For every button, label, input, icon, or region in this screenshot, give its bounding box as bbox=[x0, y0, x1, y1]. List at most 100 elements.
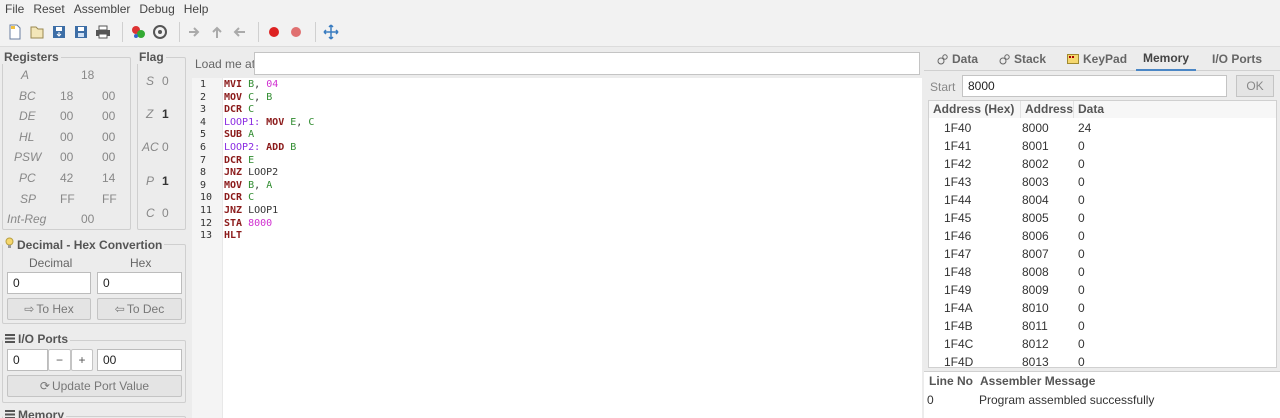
menu-debug[interactable]: Debug bbox=[139, 2, 174, 16]
flag-row-z: Z 1 bbox=[137, 107, 183, 127]
hex-input[interactable]: 0 bbox=[97, 272, 182, 294]
line-number: 13 bbox=[200, 230, 213, 242]
menu-reset[interactable]: Reset bbox=[33, 2, 64, 16]
to-hex-label: To Hex bbox=[36, 302, 74, 316]
start-address-input[interactable]: 8000 bbox=[962, 75, 1227, 97]
register-row-sp: SP FF FF bbox=[0, 192, 130, 212]
table-row[interactable]: 1F44 8004 0 bbox=[929, 191, 1276, 209]
code-line: STA 8000 bbox=[224, 217, 273, 229]
menu-file[interactable]: File bbox=[5, 2, 24, 16]
table-row[interactable]: 1F41 8001 0 bbox=[929, 137, 1276, 155]
menu-help[interactable]: Help bbox=[184, 2, 209, 16]
registers-title: Registers bbox=[2, 50, 61, 64]
print-icon[interactable] bbox=[94, 23, 112, 41]
tab-stack[interactable]: Stack bbox=[999, 47, 1046, 71]
tab-memory[interactable]: Memory bbox=[1136, 47, 1196, 71]
register-name: BC bbox=[19, 89, 36, 103]
port-decrement-button[interactable]: − bbox=[48, 349, 71, 371]
conversion-title-wrap: Decimal - Hex Convertion bbox=[3, 237, 165, 252]
register-row-a: A 18 bbox=[0, 68, 130, 88]
tab-io-ports-label: I/O Ports bbox=[1212, 52, 1263, 66]
register-row-psw: PSW 00 00 bbox=[0, 150, 130, 170]
flag-row-c: C 0 bbox=[137, 206, 183, 226]
tab-data-label: Data bbox=[952, 52, 979, 66]
step-up-icon[interactable] bbox=[208, 23, 226, 41]
table-row[interactable]: 1F46 8006 0 bbox=[929, 227, 1276, 245]
table-row[interactable]: 1F45 8005 0 bbox=[929, 209, 1276, 227]
list-icon bbox=[5, 408, 15, 418]
breakpoint-disabled-icon[interactable] bbox=[287, 23, 305, 41]
register-value: 00 bbox=[60, 109, 74, 123]
load-address-label: Load me at bbox=[195, 57, 256, 71]
table-row[interactable]: 1F4B 8011 0 bbox=[929, 317, 1276, 335]
left-panel: Registers A 18 BC 18 00 DE 00 00 HL 00 0… bbox=[0, 47, 190, 418]
column-header-address[interactable]: Address bbox=[1021, 101, 1074, 118]
save-icon[interactable] bbox=[50, 23, 68, 41]
arrow-right-icon: ⇨ bbox=[24, 302, 35, 316]
to-hex-button[interactable]: ⇨ To Hex bbox=[7, 298, 91, 320]
line-number: 6 bbox=[200, 142, 207, 153]
save-as-icon[interactable] bbox=[72, 23, 90, 41]
table-row[interactable]: 1F4C 8012 0 bbox=[929, 335, 1276, 353]
code-editor[interactable]: 1 2 3 4 5 6 7 8 9 10 11 12 13 MVI B, 04 … bbox=[192, 78, 922, 418]
port-value-input[interactable]: 00 bbox=[97, 349, 182, 371]
toolbar-separator bbox=[258, 21, 259, 42]
table-row[interactable]: 1F42 8002 0 bbox=[929, 155, 1276, 173]
step-back-icon[interactable] bbox=[230, 23, 248, 41]
code-line: MVI B, 04 bbox=[224, 79, 279, 90]
code-line: MOV B, A bbox=[224, 179, 273, 191]
tab-keypad[interactable]: KeyPad bbox=[1067, 47, 1127, 71]
port-number-input[interactable]: 0 bbox=[7, 349, 48, 371]
tab-io-ports[interactable]: I/O Ports bbox=[1212, 47, 1262, 71]
tab-keypad-label: KeyPad bbox=[1083, 52, 1128, 66]
open-file-icon[interactable] bbox=[28, 23, 46, 41]
run-icon[interactable] bbox=[151, 23, 169, 41]
table-row[interactable]: 1F4D 8013 0 bbox=[929, 353, 1276, 367]
tab-data[interactable]: Data bbox=[937, 47, 978, 71]
table-row[interactable]: 1F43 8003 0 bbox=[929, 173, 1276, 191]
table-row[interactable]: 1F4A 8010 0 bbox=[929, 299, 1276, 317]
toolbar-separator bbox=[179, 21, 180, 42]
hex-label: Hex bbox=[130, 256, 152, 270]
flag-name: Z bbox=[146, 107, 154, 121]
table-row[interactable]: 1F48 8008 0 bbox=[929, 263, 1276, 281]
line-number: 5 bbox=[200, 129, 207, 141]
register-row-de: DE 00 00 bbox=[0, 109, 130, 129]
column-header-address-hex[interactable]: Address (Hex) bbox=[929, 101, 1021, 118]
table-row[interactable]: 1F49 8009 0 bbox=[929, 281, 1276, 299]
assemble-icon[interactable] bbox=[129, 23, 147, 41]
register-name: PC bbox=[19, 171, 36, 185]
register-value: 00 bbox=[60, 150, 74, 164]
decimal-input[interactable]: 0 bbox=[7, 272, 91, 294]
decimal-label: Decimal bbox=[29, 256, 73, 270]
load-address-input[interactable] bbox=[254, 52, 920, 75]
column-header-data[interactable]: Data bbox=[1074, 101, 1276, 118]
to-dec-button[interactable]: ⇦ To Dec bbox=[97, 298, 182, 320]
code-line: DCR E bbox=[224, 154, 255, 166]
code-line: SUB A bbox=[224, 129, 255, 141]
flag-row-ac: AC 0 bbox=[137, 140, 183, 160]
register-value: 00 bbox=[81, 212, 95, 226]
code-line: JNZ LOOP1 bbox=[224, 205, 279, 216]
start-address-label: Start bbox=[930, 80, 956, 94]
breakpoint-icon[interactable] bbox=[265, 23, 283, 41]
register-value: 00 bbox=[102, 150, 116, 164]
table-row[interactable]: 1F47 8007 0 bbox=[929, 245, 1276, 263]
register-value: 00 bbox=[102, 89, 116, 103]
new-file-icon[interactable] bbox=[6, 23, 24, 41]
update-port-button[interactable]: ⟳ Update Port Value bbox=[7, 375, 182, 397]
io-ports-title-wrap: I/O Ports bbox=[3, 332, 71, 346]
register-value: 42 bbox=[60, 171, 74, 185]
ok-button[interactable]: OK bbox=[1236, 75, 1274, 97]
column-header-line-no: Line No bbox=[929, 374, 973, 388]
menu-bar: File Reset Assembler Debug Help bbox=[0, 0, 1280, 17]
move-icon[interactable] bbox=[322, 23, 340, 41]
cogs-icon bbox=[937, 53, 948, 64]
memory-title-wrap: Memory bbox=[3, 408, 67, 418]
assembler-message-panel: Line No Assembler Message 0 Program asse… bbox=[924, 371, 1280, 418]
code-line: LOOP1: MOV E, C bbox=[224, 116, 315, 128]
port-increment-button[interactable]: + bbox=[71, 349, 93, 371]
step-over-icon[interactable] bbox=[186, 23, 204, 41]
menu-assembler[interactable]: Assembler bbox=[74, 2, 131, 16]
table-row[interactable]: 1F40 8000 24 bbox=[929, 119, 1276, 137]
